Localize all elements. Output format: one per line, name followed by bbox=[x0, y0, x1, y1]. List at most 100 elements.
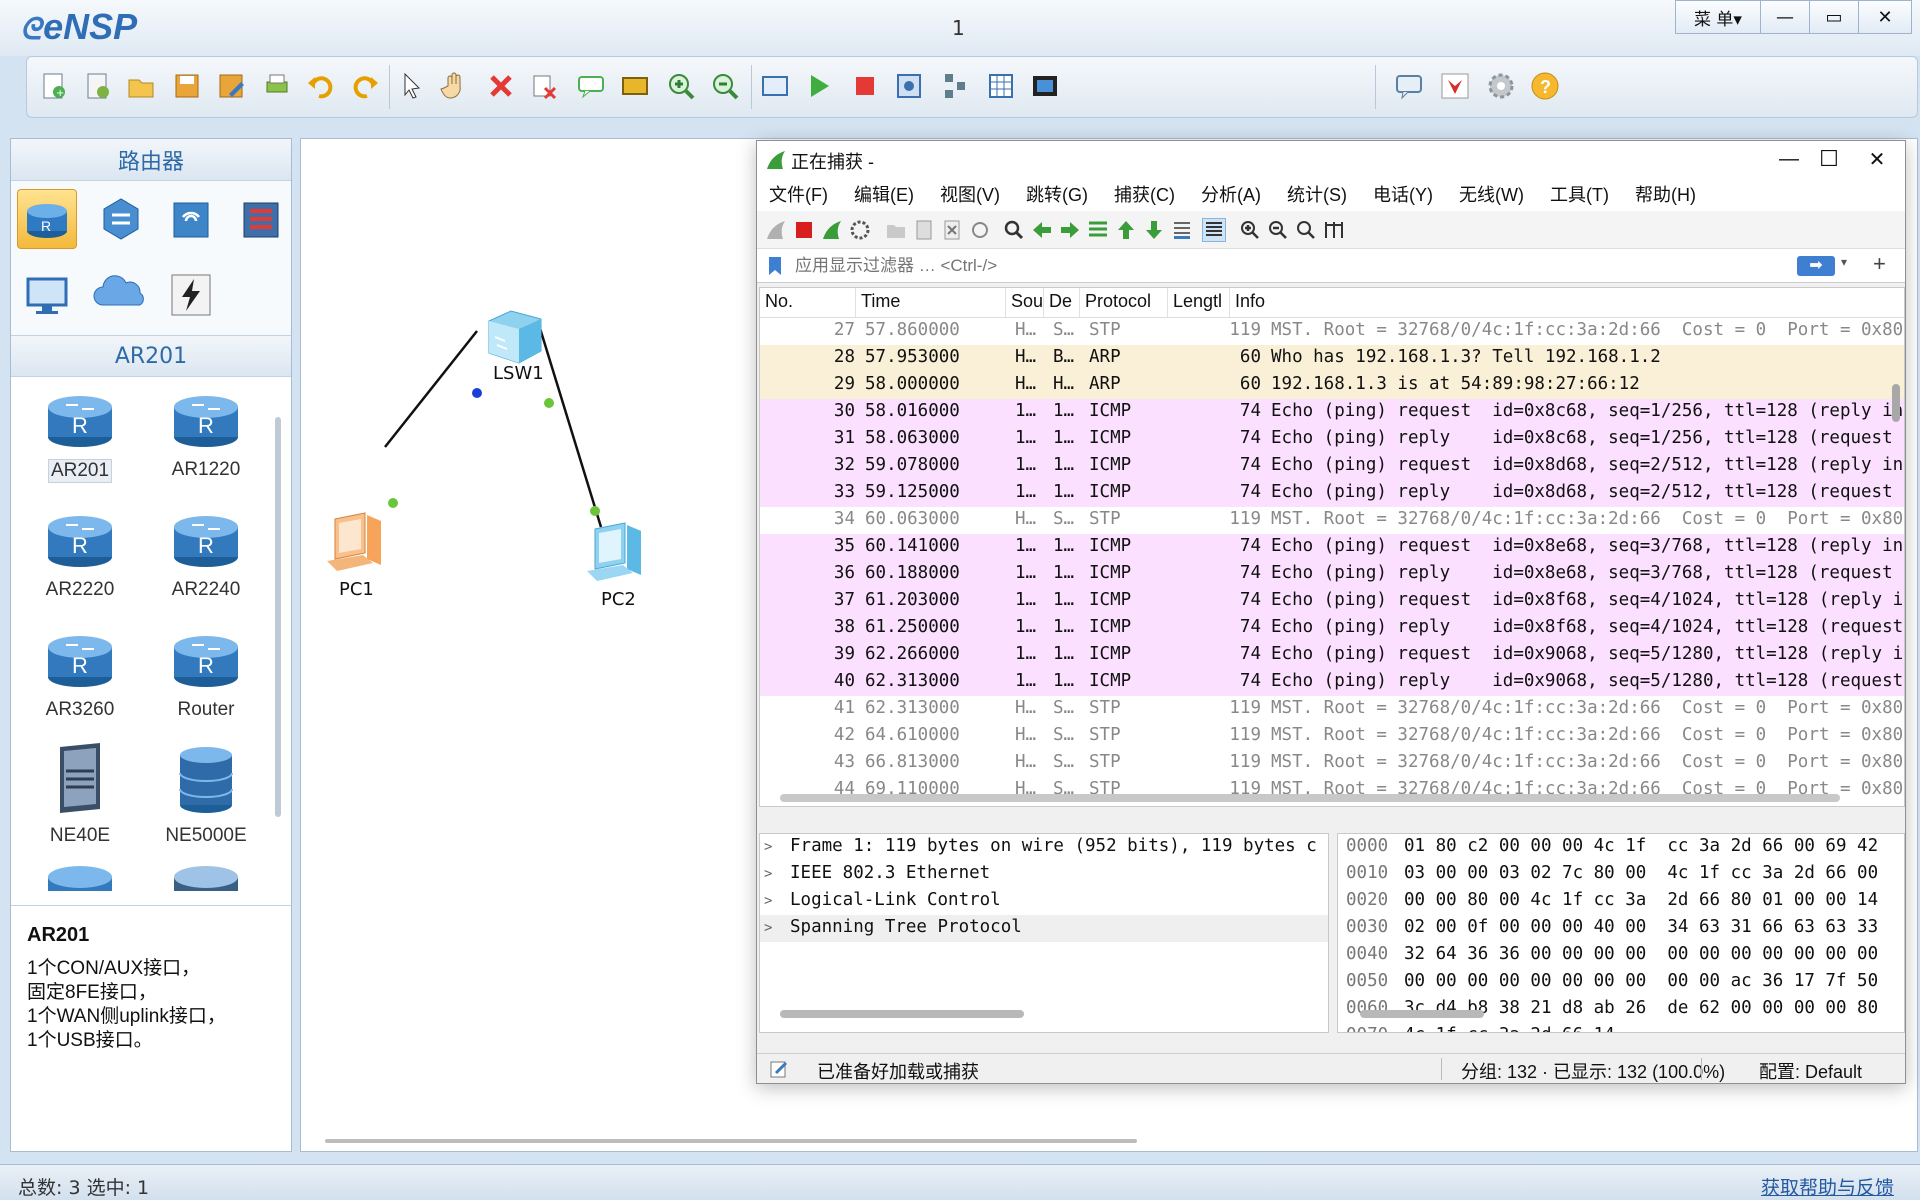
bytes-hscrollbar[interactable] bbox=[1360, 1010, 1484, 1018]
go-back-icon[interactable] bbox=[1031, 219, 1053, 241]
status-profile[interactable]: 配置: Default bbox=[1759, 1058, 1862, 1084]
hex-row[interactable]: 0030 02 00 0f 00 00 00 40 00 34 63 31 66 … bbox=[1338, 915, 1904, 942]
save-file-icon[interactable] bbox=[913, 219, 935, 241]
menu-tools[interactable]: 工具(T) bbox=[1550, 181, 1609, 207]
help-feedback-link[interactable]: 获取帮助与反馈 bbox=[1761, 1173, 1894, 1200]
stop-capture-icon[interactable] bbox=[793, 219, 815, 241]
display-filter-input[interactable] bbox=[791, 253, 1837, 279]
minimize-button[interactable]: — bbox=[1760, 0, 1810, 34]
grid-icon[interactable] bbox=[983, 68, 1019, 104]
menu-go[interactable]: 跳转(G) bbox=[1026, 181, 1088, 207]
packet-list-vscroll-thumb[interactable] bbox=[1892, 384, 1900, 422]
pc-node-pc1[interactable]: PC1 bbox=[317, 509, 397, 600]
column-protocol[interactable]: Protocol bbox=[1080, 288, 1168, 317]
detail-row[interactable]: > Spanning Tree Protocol bbox=[760, 915, 1328, 942]
open-file-icon[interactable] bbox=[885, 219, 907, 241]
router-category-icon[interactable]: R bbox=[17, 189, 77, 249]
hex-row[interactable]: 0020 00 00 80 00 4c 1f cc 3a 2d 66 80 01 … bbox=[1338, 888, 1904, 915]
new-topology-icon[interactable]: + bbox=[35, 68, 71, 104]
switch-node-lsw1[interactable]: LSW1 bbox=[481, 307, 551, 384]
close-button[interactable]: ✕ bbox=[1858, 0, 1912, 34]
packet-row[interactable]: 35 60.141000 1… 1… ICMP 74 Echo (ping) request… bbox=[760, 534, 1904, 561]
packet-row[interactable]: 30 58.016000 1… 1… ICMP 74 Echo (ping) request… bbox=[760, 399, 1904, 426]
ws-minimize-button[interactable]: — bbox=[1769, 145, 1809, 173]
hex-row[interactable]: 0000 01 80 c2 00 00 00 4c 1f cc 3a 2d 66 … bbox=[1338, 834, 1904, 861]
device-ne40e[interactable]: NE40E bbox=[25, 741, 135, 847]
expand-arrow-icon[interactable]: > bbox=[764, 836, 790, 859]
bookmark-icon[interactable] bbox=[767, 256, 783, 276]
link-lsw1-pc1[interactable] bbox=[384, 330, 478, 448]
zoom-out-icon[interactable] bbox=[1267, 219, 1289, 241]
packet-row[interactable]: 38 61.250000 1… 1… ICMP 74 Echo (ping) reply i… bbox=[760, 615, 1904, 642]
detail-row[interactable]: > IEEE 802.3 Ethernet bbox=[760, 861, 1328, 888]
column-source[interactable]: Sou bbox=[1006, 288, 1044, 317]
packet-list-hscrollbar[interactable] bbox=[780, 794, 1840, 802]
canvas-hscrollbar[interactable] bbox=[325, 1139, 1137, 1143]
text-icon[interactable] bbox=[573, 68, 609, 104]
details-hscrollbar[interactable] bbox=[780, 1010, 1024, 1018]
menu-analyze[interactable]: 分析(A) bbox=[1201, 181, 1261, 207]
delete-icon[interactable] bbox=[483, 68, 519, 104]
topology-icon[interactable] bbox=[937, 68, 973, 104]
main-menu-button[interactable]: 菜 单▾ bbox=[1675, 0, 1761, 34]
column-length[interactable]: Lengtl bbox=[1168, 288, 1230, 317]
menu-statistics[interactable]: 统计(S) bbox=[1287, 181, 1347, 207]
resize-columns-icon[interactable] bbox=[1323, 219, 1345, 241]
zoom-out-icon[interactable] bbox=[707, 68, 743, 104]
menu-capture[interactable]: 捕获(C) bbox=[1114, 181, 1175, 207]
hex-row[interactable]: 00704c 1f cc 3a 2d 66 14 bbox=[1338, 1023, 1904, 1032]
column-no[interactable]: No. bbox=[760, 288, 856, 317]
fit-icon[interactable] bbox=[757, 68, 793, 104]
menu-telephony[interactable]: 电话(Y) bbox=[1373, 181, 1433, 207]
expand-arrow-icon[interactable]: > bbox=[764, 890, 790, 913]
screenshot-icon[interactable] bbox=[1027, 68, 1063, 104]
palette-icon[interactable] bbox=[617, 68, 653, 104]
packet-row[interactable]: 39 62.266000 1… 1… ICMP 74 Echo (ping) request… bbox=[760, 642, 1904, 669]
device-list-scrollbar[interactable] bbox=[275, 417, 281, 817]
undo-icon[interactable] bbox=[303, 68, 339, 104]
save-icon[interactable] bbox=[169, 68, 205, 104]
zoom-in-icon[interactable] bbox=[1239, 219, 1261, 241]
menu-wireless[interactable]: 无线(W) bbox=[1459, 181, 1524, 207]
hex-row[interactable]: 0040 32 64 36 36 00 00 00 00 00 00 00 00 … bbox=[1338, 942, 1904, 969]
settings-icon[interactable] bbox=[1483, 68, 1519, 104]
close-file-icon[interactable] bbox=[941, 219, 963, 241]
hex-row[interactable]: 0050 00 00 00 00 00 00 00 00 00 00 ac 36 … bbox=[1338, 969, 1904, 996]
print-icon[interactable] bbox=[259, 68, 295, 104]
device-ne5000e[interactable]: NE5000E bbox=[151, 741, 261, 847]
new-lab-icon[interactable] bbox=[79, 68, 115, 104]
device-router[interactable]: R Router bbox=[151, 627, 261, 721]
maximize-button[interactable]: ▭ bbox=[1809, 0, 1859, 34]
packet-row[interactable]: 28 57.953000 H… B… ARP 60 Who has 192.168.1.3?… bbox=[760, 345, 1904, 372]
firewall-category-icon[interactable] bbox=[231, 189, 291, 249]
save-as-icon[interactable] bbox=[213, 68, 249, 104]
packet-row[interactable]: 27 57.860000 H… S… STP 119 MST. Root = 32768/0… bbox=[760, 318, 1904, 345]
ws-maximize-button[interactable]: ☐ bbox=[1809, 145, 1849, 173]
expand-arrow-icon[interactable]: > bbox=[764, 917, 790, 940]
capture-options-icon[interactable] bbox=[849, 219, 871, 241]
help-icon[interactable]: ? bbox=[1527, 68, 1563, 104]
hand-icon[interactable] bbox=[437, 68, 473, 104]
add-filter-button[interactable]: + bbox=[1873, 251, 1886, 277]
column-info[interactable]: Info bbox=[1230, 288, 1904, 317]
packet-row[interactable]: 29 58.000000 H… H… ARP 60 192.168.1.3 is at 54… bbox=[760, 372, 1904, 399]
device-ar3260[interactable]: R AR3260 bbox=[25, 627, 135, 721]
reload-icon[interactable] bbox=[969, 219, 991, 241]
menu-edit[interactable]: 编辑(E) bbox=[854, 181, 914, 207]
chat-icon[interactable] bbox=[1391, 68, 1427, 104]
menu-file[interactable]: 文件(F) bbox=[769, 181, 828, 207]
device-ar2220[interactable]: R AR2220 bbox=[25, 507, 135, 601]
device-ar2240[interactable]: R AR2240 bbox=[151, 507, 261, 601]
filter-history-dropdown[interactable]: ▾ bbox=[1841, 255, 1847, 269]
packet-row[interactable]: 32 59.078000 1… 1… ICMP 74 Echo (ping) request… bbox=[760, 453, 1904, 480]
start-icon[interactable] bbox=[801, 68, 837, 104]
edit-comment-icon[interactable] bbox=[769, 1059, 789, 1079]
switch-category-icon[interactable] bbox=[91, 189, 151, 249]
wireless-category-icon[interactable] bbox=[161, 189, 221, 249]
stop-icon[interactable] bbox=[847, 68, 883, 104]
pc-category-icon[interactable] bbox=[17, 265, 77, 325]
pc-node-pc2[interactable]: PC2 bbox=[577, 519, 657, 610]
select-icon[interactable] bbox=[393, 68, 429, 104]
redo-icon[interactable] bbox=[347, 68, 383, 104]
packet-row[interactable]: 36 60.188000 1… 1… ICMP 74 Echo (ping) reply i… bbox=[760, 561, 1904, 588]
